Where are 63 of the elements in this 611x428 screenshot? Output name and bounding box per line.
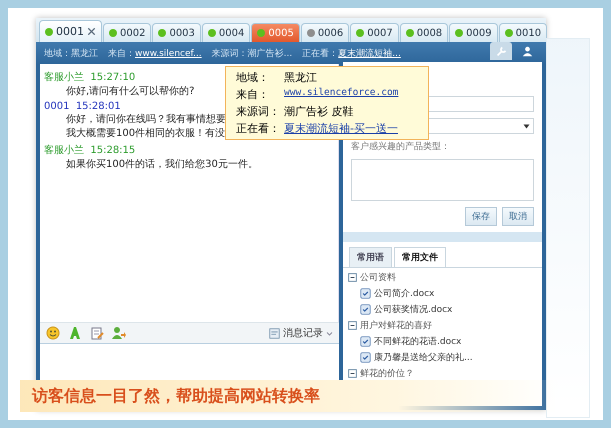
visitor-tab[interactable]: 0002 [103,23,152,42]
smiley-icon[interactable] [46,326,60,340]
transfer-user-icon[interactable] [112,326,126,340]
info-label: 来自： [236,87,270,102]
close-icon [87,27,96,36]
message-text: 你好,请问有什么可以帮你的? [66,84,194,98]
message-text: 我大概需要100件相同的衣服！有没 [66,126,226,140]
panel-tab[interactable]: 常用文件 [394,247,446,267]
form-button[interactable]: 保存 [465,207,497,226]
visitor-tab[interactable]: 0009 [449,23,498,42]
document-icon [360,304,371,315]
link[interactable]: www.silencef... [135,48,202,58]
message-header: 客服小兰 15:27:10 [44,70,136,84]
visitor-tab[interactable]: 0001 [39,20,102,42]
font-icon[interactable] [68,326,82,340]
info-label: 地域： [44,48,71,58]
document-icon [360,352,371,363]
notepad-icon[interactable] [90,326,104,340]
interest-field[interactable] [351,159,534,201]
message-text: 你好，请问你在线吗？我有事情想要 [66,112,226,126]
info-label: 来源词： [212,48,248,58]
link[interactable]: 夏末潮流短袖-买一送一 [284,121,398,136]
message-header: 0001 15:28:01 [44,101,121,112]
panel-tab[interactable]: 常用语 [349,247,392,267]
visitor-tab[interactable]: 0007 [350,23,399,42]
folder-item[interactable]: 用户对鲜花的喜好 [348,319,537,332]
link[interactable]: 夏末潮流短袖... [338,48,401,58]
wrench-icon [496,46,506,56]
visitor-tab[interactable]: 0010 [498,23,548,42]
collapse-icon [348,369,357,378]
info-label: 正在看： [236,121,281,136]
message-text: 如果你买100件的话，我们给您30元一件。 [66,158,258,171]
message-header: 客服小兰 15:28:15 [44,144,136,157]
visitor-tab[interactable]: 0008 [400,23,448,42]
info-label: 正在看： [302,48,338,58]
collapse-icon [348,273,357,282]
info-value: 黑龙江 [284,70,317,85]
visitor-tab[interactable]: 0003 [152,23,201,42]
info-label: 来源词： [236,104,281,119]
info-value: 潮广告衫 皮鞋 [284,104,354,119]
info-label: 来自： [108,48,135,58]
history-icon [269,328,280,338]
field-label: 客户感兴趣的产品类型： [351,140,451,153]
document-icon [360,336,371,347]
document-icon [360,288,371,299]
caret-icon [523,122,530,130]
file-item[interactable]: 公司获奖情况.docx [348,303,537,316]
link[interactable]: www.silenceforce.com [284,87,398,102]
file-item[interactable]: 公司简介.docx [348,287,537,300]
caret-icon [326,330,333,336]
info-label: 地域： [236,70,270,85]
form-button[interactable]: 取消 [502,207,534,226]
message-history-button[interactable]: 消息记录 [269,326,333,340]
file-item[interactable]: 不同鲜花的花语.docx [348,335,537,348]
info-value: 潮广告衫... [248,48,292,58]
visitor-tab[interactable]: 0004 [202,23,250,42]
folder-item[interactable]: 公司资料 [348,271,537,284]
info-value: 黑龙江 [71,48,98,58]
collapse-icon [348,321,357,330]
file-item[interactable]: 康乃馨是送给父亲的礼... [348,351,537,364]
folder-item[interactable]: 鲜花的价位？ [348,367,537,380]
person-icon [522,46,532,56]
visitor-tab[interactable]: 0006 [300,23,350,42]
